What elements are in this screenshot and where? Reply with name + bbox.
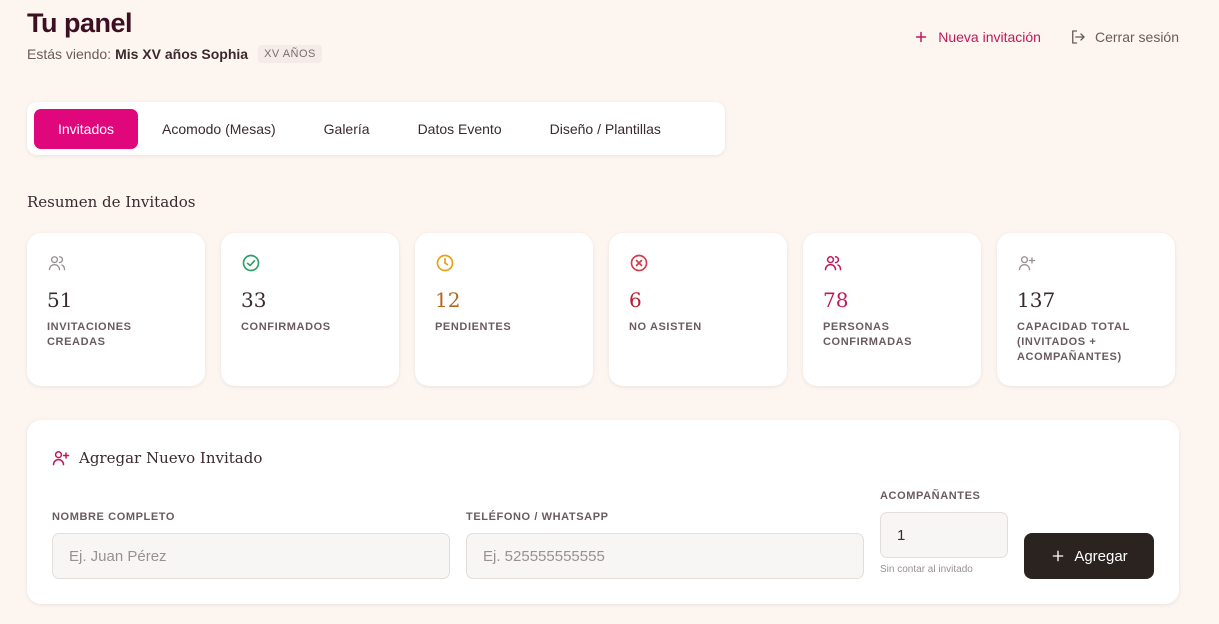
add-guest-title: Agregar Nuevo Invitado [51, 448, 262, 468]
name-input[interactable] [52, 533, 450, 579]
stat-value: 33 [241, 288, 267, 312]
stat-label: NO ASISTEN [629, 321, 702, 333]
user-plus-icon [1018, 256, 1036, 271]
summary-stats: 51 INVITACIONES CREADAS 33 CONFIRMADOS 1… [27, 233, 1175, 386]
user-plus-icon [52, 451, 70, 466]
top-actions: Nueva invitación Cerrar sesión [912, 28, 1179, 46]
stat-value: 12 [435, 288, 461, 312]
new-invitation-button[interactable]: Nueva invitación [912, 28, 1041, 46]
stat-label: PENDIENTES [435, 321, 512, 333]
check-circle-icon [242, 254, 260, 272]
stat-label: INVITACIONES CREADAS [47, 321, 132, 348]
logout-button[interactable]: Cerrar sesión [1069, 28, 1179, 46]
stat-value: 51 [47, 288, 73, 312]
page-title: Tu panel [27, 8, 133, 38]
tab-datos-evento[interactable]: Datos Evento [394, 109, 526, 149]
current-event-line: Estás viendo: Mis XV años Sophia XV AÑOS [27, 45, 322, 63]
stat-card-people-confirmed: 78 PERSONAS CONFIRMADAS [803, 233, 981, 386]
stat-card-invitations: 51 INVITACIONES CREADAS [27, 233, 205, 386]
logout-icon [1072, 30, 1085, 44]
stat-label: PERSONAS CONFIRMADAS [823, 321, 913, 348]
summary-title: Resumen de Invitados [27, 193, 196, 211]
companions-input[interactable] [880, 512, 1008, 558]
add-guest-button[interactable]: Agregar [1024, 533, 1154, 579]
add-guest-button-label: Agregar [1074, 547, 1128, 565]
plus-icon [1052, 550, 1064, 562]
stat-card-pending: 12 PENDIENTES [415, 233, 593, 386]
clock-icon [436, 254, 454, 272]
add-guest-title-text: Agregar Nuevo Invitado [79, 449, 263, 467]
users-icon [824, 256, 842, 271]
stat-value: 78 [823, 288, 849, 312]
x-circle-icon [630, 254, 648, 272]
stat-value: 137 [1017, 288, 1056, 312]
companions-label: ACOMPAÑANTES [880, 490, 981, 502]
tab-galeria[interactable]: Galería [300, 109, 394, 149]
stat-card-confirmed: 33 CONFIRMADOS [221, 233, 399, 386]
viewing-label: Estás viendo: [27, 46, 112, 62]
tab-diseno-plantillas[interactable]: Diseño / Plantillas [526, 109, 685, 149]
users-icon [48, 256, 66, 271]
companions-hint: Sin contar al invitado [880, 564, 973, 575]
stat-card-not-attending: 6 NO ASISTEN [609, 233, 787, 386]
name-label: NOMBRE COMPLETO [52, 511, 176, 523]
page-header: Tu panel Estás viendo: Mis XV años Sophi… [27, 8, 322, 63]
add-guest-form: Agregar Nuevo Invitado NOMBRE COMPLETO T… [27, 420, 1179, 604]
tab-acomodo-mesas[interactable]: Acomodo (Mesas) [138, 109, 300, 149]
stat-value: 6 [629, 288, 642, 312]
tab-invitados[interactable]: Invitados [34, 108, 139, 149]
plus-icon [915, 31, 927, 43]
phone-input[interactable] [466, 533, 864, 579]
phone-label: TELÉFONO / WHATSAPP [466, 511, 609, 523]
stat-label: CONFIRMADOS [241, 321, 331, 333]
stat-label: CAPACIDAD TOTAL (INVITADOS + ACOMPAÑANTE… [1017, 321, 1130, 363]
event-name: Mis XV años Sophia [115, 46, 249, 62]
stat-card-total-capacity: 137 CAPACIDAD TOTAL (INVITADOS + ACOMPAÑ… [997, 233, 1175, 386]
main-tabs: Invitados Acomodo (Mesas) Galería Datos … [27, 102, 725, 155]
logout-label: Cerrar sesión [1094, 29, 1179, 45]
event-type-badge: XV AÑOS [258, 45, 322, 63]
new-invitation-label: Nueva invitación [938, 29, 1041, 45]
